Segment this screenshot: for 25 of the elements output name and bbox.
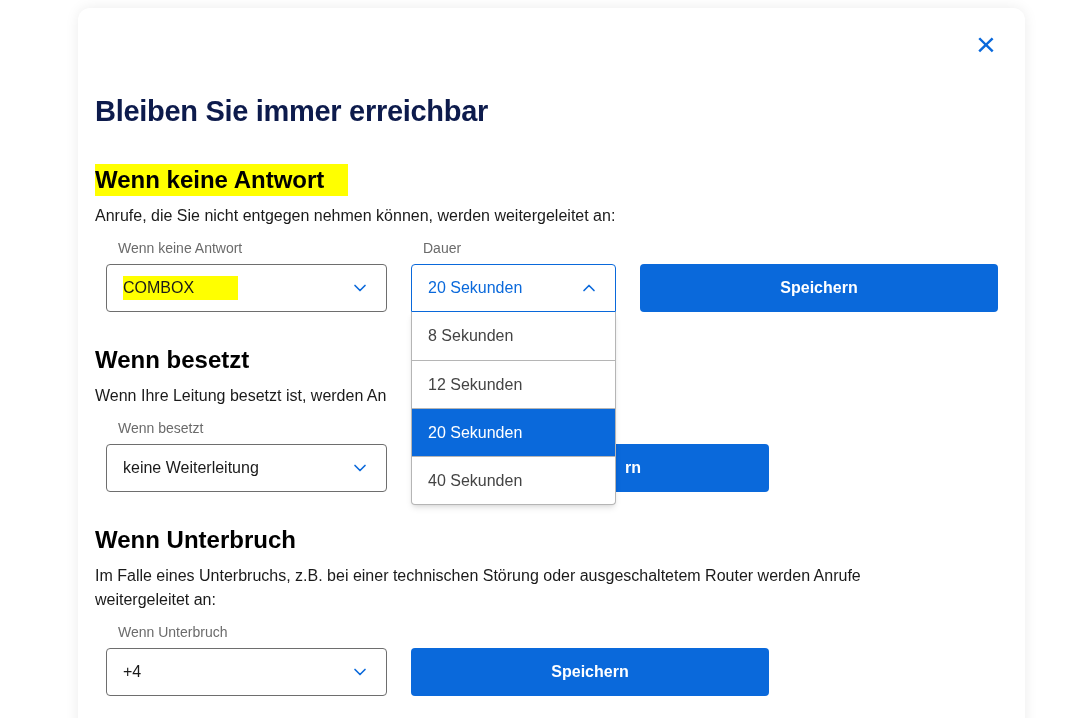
field-label: Wenn keine Antwort (117, 239, 244, 258)
section-description: Anrufe, die Sie nicht entgegen nehmen können, werden weitergeleitet an: (95, 206, 616, 226)
select-value: 20 Sekunden (428, 278, 523, 298)
dropdown-option[interactable]: 8 Sekunden (412, 312, 615, 360)
select-value: +4 (123, 662, 142, 682)
section-description: Im Falle eines Unterbruchs, z.B. bei einer technischen Störung oder ausgeschaltetem Router werden Anrufe weitergeleitet an: (95, 566, 862, 610)
select-field[interactable]: 20 Sekunden (411, 264, 616, 312)
field-label: Wenn besetzt (117, 419, 205, 438)
dropdown-option[interactable]: 20 Sekunden (412, 408, 615, 456)
save-button[interactable]: Speichern (411, 648, 769, 696)
section-heading: Wenn Unterbruch (95, 525, 296, 555)
section-heading: Wenn keine Antwort (95, 164, 349, 196)
dialog-title: Bleiben Sie immer erreichbar (95, 94, 488, 129)
select-field[interactable]: keine Weiterleitung (106, 444, 387, 492)
field-label: Wenn Unterbruch (117, 623, 229, 642)
section-heading: Wenn besetzt (95, 345, 250, 375)
select-value: COMBOX (123, 276, 239, 300)
select-field[interactable]: COMBOX (106, 264, 387, 312)
field-label: Dauer (422, 239, 463, 258)
dropdown-option[interactable]: 40 Sekunden (412, 456, 615, 504)
save-button[interactable]: Speichern (640, 264, 998, 312)
select-value: keine Weiterleitung (123, 458, 259, 478)
select-field[interactable]: +4 (106, 648, 387, 696)
close-button[interactable]: × (970, 28, 1002, 60)
section-description: Wenn Ihre Leitung besetzt ist, werden An (95, 386, 387, 406)
